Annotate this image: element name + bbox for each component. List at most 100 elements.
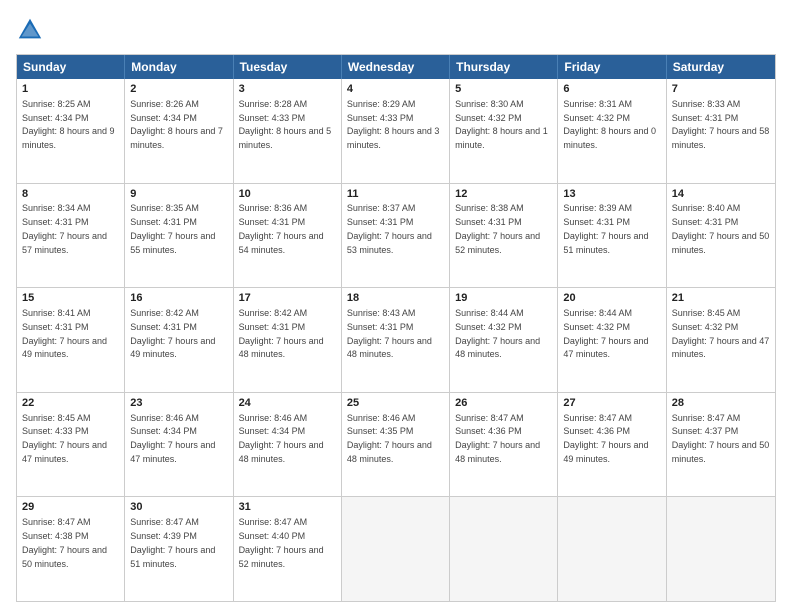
day-cell-10: 10 Sunrise: 8:36 AMSunset: 4:31 PMDaylig… xyxy=(234,184,342,288)
day-cell-24: 24 Sunrise: 8:46 AMSunset: 4:34 PMDaylig… xyxy=(234,393,342,497)
day-number: 27 xyxy=(563,396,660,411)
week-row-1: 1 Sunrise: 8:25 AMSunset: 4:34 PMDayligh… xyxy=(17,79,775,183)
day-info: Sunrise: 8:33 AMSunset: 4:31 PMDaylight:… xyxy=(672,99,770,150)
week-row-3: 15 Sunrise: 8:41 AMSunset: 4:31 PMDaylig… xyxy=(17,287,775,392)
empty-cell xyxy=(450,497,558,601)
day-info: Sunrise: 8:30 AMSunset: 4:32 PMDaylight:… xyxy=(455,99,548,150)
day-cell-23: 23 Sunrise: 8:46 AMSunset: 4:34 PMDaylig… xyxy=(125,393,233,497)
day-cell-21: 21 Sunrise: 8:45 AMSunset: 4:32 PMDaylig… xyxy=(667,288,775,392)
header-day-thursday: Thursday xyxy=(450,55,558,79)
day-number: 25 xyxy=(347,396,444,411)
day-number: 26 xyxy=(455,396,552,411)
calendar-body: 1 Sunrise: 8:25 AMSunset: 4:34 PMDayligh… xyxy=(17,79,775,601)
day-cell-15: 15 Sunrise: 8:41 AMSunset: 4:31 PMDaylig… xyxy=(17,288,125,392)
day-info: Sunrise: 8:40 AMSunset: 4:31 PMDaylight:… xyxy=(672,203,770,254)
day-number: 6 xyxy=(563,82,660,97)
day-cell-22: 22 Sunrise: 8:45 AMSunset: 4:33 PMDaylig… xyxy=(17,393,125,497)
week-row-4: 22 Sunrise: 8:45 AMSunset: 4:33 PMDaylig… xyxy=(17,392,775,497)
day-cell-2: 2 Sunrise: 8:26 AMSunset: 4:34 PMDayligh… xyxy=(125,79,233,183)
day-number: 20 xyxy=(563,291,660,306)
day-cell-14: 14 Sunrise: 8:40 AMSunset: 4:31 PMDaylig… xyxy=(667,184,775,288)
day-number: 28 xyxy=(672,396,770,411)
day-number: 3 xyxy=(239,82,336,97)
day-cell-31: 31 Sunrise: 8:47 AMSunset: 4:40 PMDaylig… xyxy=(234,497,342,601)
day-number: 8 xyxy=(22,187,119,202)
header-day-wednesday: Wednesday xyxy=(342,55,450,79)
day-cell-28: 28 Sunrise: 8:47 AMSunset: 4:37 PMDaylig… xyxy=(667,393,775,497)
day-number: 29 xyxy=(22,500,119,515)
day-info: Sunrise: 8:42 AMSunset: 4:31 PMDaylight:… xyxy=(130,308,215,359)
week-row-5: 29 Sunrise: 8:47 AMSunset: 4:38 PMDaylig… xyxy=(17,496,775,601)
day-info: Sunrise: 8:25 AMSunset: 4:34 PMDaylight:… xyxy=(22,99,115,150)
day-number: 19 xyxy=(455,291,552,306)
day-cell-4: 4 Sunrise: 8:29 AMSunset: 4:33 PMDayligh… xyxy=(342,79,450,183)
day-info: Sunrise: 8:26 AMSunset: 4:34 PMDaylight:… xyxy=(130,99,223,150)
day-number: 9 xyxy=(130,187,227,202)
day-cell-6: 6 Sunrise: 8:31 AMSunset: 4:32 PMDayligh… xyxy=(558,79,666,183)
day-info: Sunrise: 8:45 AMSunset: 4:33 PMDaylight:… xyxy=(22,413,107,464)
day-number: 16 xyxy=(130,291,227,306)
day-info: Sunrise: 8:41 AMSunset: 4:31 PMDaylight:… xyxy=(22,308,107,359)
day-info: Sunrise: 8:47 AMSunset: 4:38 PMDaylight:… xyxy=(22,517,107,568)
day-number: 10 xyxy=(239,187,336,202)
day-info: Sunrise: 8:47 AMSunset: 4:36 PMDaylight:… xyxy=(563,413,648,464)
day-info: Sunrise: 8:28 AMSunset: 4:33 PMDaylight:… xyxy=(239,99,332,150)
day-number: 21 xyxy=(672,291,770,306)
calendar-grid: SundayMondayTuesdayWednesdayThursdayFrid… xyxy=(16,54,776,602)
day-cell-30: 30 Sunrise: 8:47 AMSunset: 4:39 PMDaylig… xyxy=(125,497,233,601)
day-number: 24 xyxy=(239,396,336,411)
empty-cell xyxy=(558,497,666,601)
day-number: 17 xyxy=(239,291,336,306)
day-cell-1: 1 Sunrise: 8:25 AMSunset: 4:34 PMDayligh… xyxy=(17,79,125,183)
header-day-friday: Friday xyxy=(558,55,666,79)
day-cell-29: 29 Sunrise: 8:47 AMSunset: 4:38 PMDaylig… xyxy=(17,497,125,601)
day-number: 14 xyxy=(672,187,770,202)
day-cell-16: 16 Sunrise: 8:42 AMSunset: 4:31 PMDaylig… xyxy=(125,288,233,392)
day-number: 18 xyxy=(347,291,444,306)
day-info: Sunrise: 8:47 AMSunset: 4:39 PMDaylight:… xyxy=(130,517,215,568)
day-cell-3: 3 Sunrise: 8:28 AMSunset: 4:33 PMDayligh… xyxy=(234,79,342,183)
day-info: Sunrise: 8:47 AMSunset: 4:37 PMDaylight:… xyxy=(672,413,770,464)
week-row-2: 8 Sunrise: 8:34 AMSunset: 4:31 PMDayligh… xyxy=(17,183,775,288)
day-info: Sunrise: 8:29 AMSunset: 4:33 PMDaylight:… xyxy=(347,99,440,150)
day-info: Sunrise: 8:46 AMSunset: 4:35 PMDaylight:… xyxy=(347,413,432,464)
day-cell-8: 8 Sunrise: 8:34 AMSunset: 4:31 PMDayligh… xyxy=(17,184,125,288)
header-day-tuesday: Tuesday xyxy=(234,55,342,79)
logo-icon xyxy=(16,16,44,44)
day-info: Sunrise: 8:43 AMSunset: 4:31 PMDaylight:… xyxy=(347,308,432,359)
day-info: Sunrise: 8:39 AMSunset: 4:31 PMDaylight:… xyxy=(563,203,648,254)
day-cell-18: 18 Sunrise: 8:43 AMSunset: 4:31 PMDaylig… xyxy=(342,288,450,392)
header-day-monday: Monday xyxy=(125,55,233,79)
day-number: 1 xyxy=(22,82,119,97)
day-cell-7: 7 Sunrise: 8:33 AMSunset: 4:31 PMDayligh… xyxy=(667,79,775,183)
day-info: Sunrise: 8:46 AMSunset: 4:34 PMDaylight:… xyxy=(130,413,215,464)
day-info: Sunrise: 8:31 AMSunset: 4:32 PMDaylight:… xyxy=(563,99,656,150)
day-number: 13 xyxy=(563,187,660,202)
empty-cell xyxy=(667,497,775,601)
day-number: 7 xyxy=(672,82,770,97)
day-number: 12 xyxy=(455,187,552,202)
day-info: Sunrise: 8:44 AMSunset: 4:32 PMDaylight:… xyxy=(563,308,648,359)
day-cell-17: 17 Sunrise: 8:42 AMSunset: 4:31 PMDaylig… xyxy=(234,288,342,392)
calendar-page: SundayMondayTuesdayWednesdayThursdayFrid… xyxy=(0,0,792,612)
day-cell-12: 12 Sunrise: 8:38 AMSunset: 4:31 PMDaylig… xyxy=(450,184,558,288)
day-info: Sunrise: 8:37 AMSunset: 4:31 PMDaylight:… xyxy=(347,203,432,254)
day-info: Sunrise: 8:38 AMSunset: 4:31 PMDaylight:… xyxy=(455,203,540,254)
day-info: Sunrise: 8:45 AMSunset: 4:32 PMDaylight:… xyxy=(672,308,770,359)
day-cell-27: 27 Sunrise: 8:47 AMSunset: 4:36 PMDaylig… xyxy=(558,393,666,497)
header-day-saturday: Saturday xyxy=(667,55,775,79)
day-cell-5: 5 Sunrise: 8:30 AMSunset: 4:32 PMDayligh… xyxy=(450,79,558,183)
day-number: 30 xyxy=(130,500,227,515)
day-info: Sunrise: 8:44 AMSunset: 4:32 PMDaylight:… xyxy=(455,308,540,359)
day-cell-11: 11 Sunrise: 8:37 AMSunset: 4:31 PMDaylig… xyxy=(342,184,450,288)
logo xyxy=(16,16,48,44)
day-cell-26: 26 Sunrise: 8:47 AMSunset: 4:36 PMDaylig… xyxy=(450,393,558,497)
day-info: Sunrise: 8:46 AMSunset: 4:34 PMDaylight:… xyxy=(239,413,324,464)
day-cell-20: 20 Sunrise: 8:44 AMSunset: 4:32 PMDaylig… xyxy=(558,288,666,392)
day-info: Sunrise: 8:36 AMSunset: 4:31 PMDaylight:… xyxy=(239,203,324,254)
day-number: 4 xyxy=(347,82,444,97)
day-cell-13: 13 Sunrise: 8:39 AMSunset: 4:31 PMDaylig… xyxy=(558,184,666,288)
day-number: 11 xyxy=(347,187,444,202)
page-header xyxy=(16,16,776,44)
day-number: 31 xyxy=(239,500,336,515)
